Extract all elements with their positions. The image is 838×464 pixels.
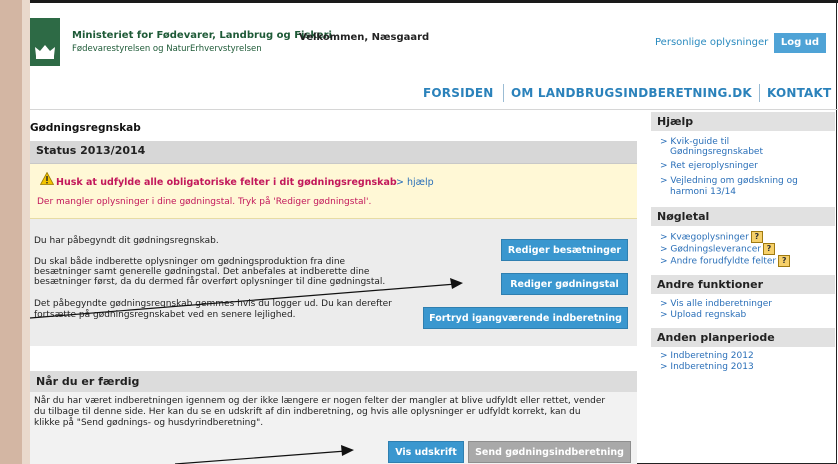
- link-marker: >: [660, 137, 668, 147]
- annotation-arrowhead: [450, 278, 463, 289]
- sidebar-link-deliveries[interactable]: > Gødningsleverancer?: [660, 243, 775, 255]
- sidebar-link-report-2012[interactable]: > Indberetning 2012: [660, 351, 754, 361]
- sidebar-link-label: Andre forudfyldte felter: [670, 256, 777, 267]
- sidebar-link-label: Vis alle indberetninger: [670, 299, 772, 309]
- sidebar-link-label: Vejledning om gødskning og: [670, 176, 798, 186]
- link-marker: >: [660, 362, 668, 372]
- sidebar-key-figures-title: Nøgletal: [651, 207, 835, 226]
- annotation-arrow-line: [174, 450, 347, 464]
- link-marker: >: [660, 351, 668, 361]
- sidebar-link-prefilled[interactable]: > Andre forudfyldte felter?: [660, 255, 791, 267]
- sidebar-link-label: Ret ejeroplysninger: [670, 161, 758, 171]
- sidebar-help-title: Hjælp: [651, 112, 835, 131]
- sidebar-link-owner-info[interactable]: > Ret ejeroplysninger: [660, 161, 758, 171]
- sidebar-link-label: Indberetning 2013: [670, 362, 754, 372]
- info-icon[interactable]: ?: [762, 243, 775, 255]
- sidebar-link-upload[interactable]: > Upload regnskab: [660, 310, 746, 320]
- annotation-arrow-line: [29, 283, 457, 319]
- sidebar-link-label: Kvik-guide til: [670, 137, 730, 147]
- sidebar-link-guidance-line2[interactable]: harmoni 13/14: [670, 187, 736, 197]
- sidebar-link-report-2013[interactable]: > Indberetning 2013: [660, 362, 754, 372]
- sidebar-other-period-title: Anden planperiode: [651, 328, 835, 347]
- info-icon[interactable]: ?: [778, 255, 791, 267]
- sidebar-link-guidance[interactable]: > Vejledning om gødskning og: [660, 176, 798, 186]
- sidebar-link-label: Upload regnskab: [670, 310, 747, 320]
- link-marker: >: [660, 232, 668, 243]
- sidebar-link-quick-guide[interactable]: > Kvik-guide til: [660, 137, 729, 147]
- sidebar-link-cattle[interactable]: > Kvægoplysninger?: [660, 231, 763, 243]
- info-icon[interactable]: ?: [750, 231, 763, 243]
- sidebar-link-all-reports[interactable]: > Vis alle indberetninger: [660, 299, 772, 309]
- sidebar-link-label: Indberetning 2012: [670, 351, 754, 361]
- annotation-arrowhead: [341, 445, 354, 456]
- link-marker: >: [660, 244, 668, 255]
- sidebar-other-functions-title: Andre funktioner: [651, 275, 835, 294]
- link-marker: >: [660, 299, 668, 309]
- link-marker: >: [660, 256, 668, 267]
- sidebar-link-label: Gødningsleverancer: [670, 244, 761, 255]
- link-marker: >: [660, 161, 668, 171]
- sidebar-link-quick-guide-line2[interactable]: Gødningsregnskabet: [670, 147, 763, 157]
- sidebar-link-label: Kvægoplysninger: [670, 232, 749, 243]
- link-marker: >: [660, 176, 668, 186]
- link-marker: >: [660, 310, 668, 320]
